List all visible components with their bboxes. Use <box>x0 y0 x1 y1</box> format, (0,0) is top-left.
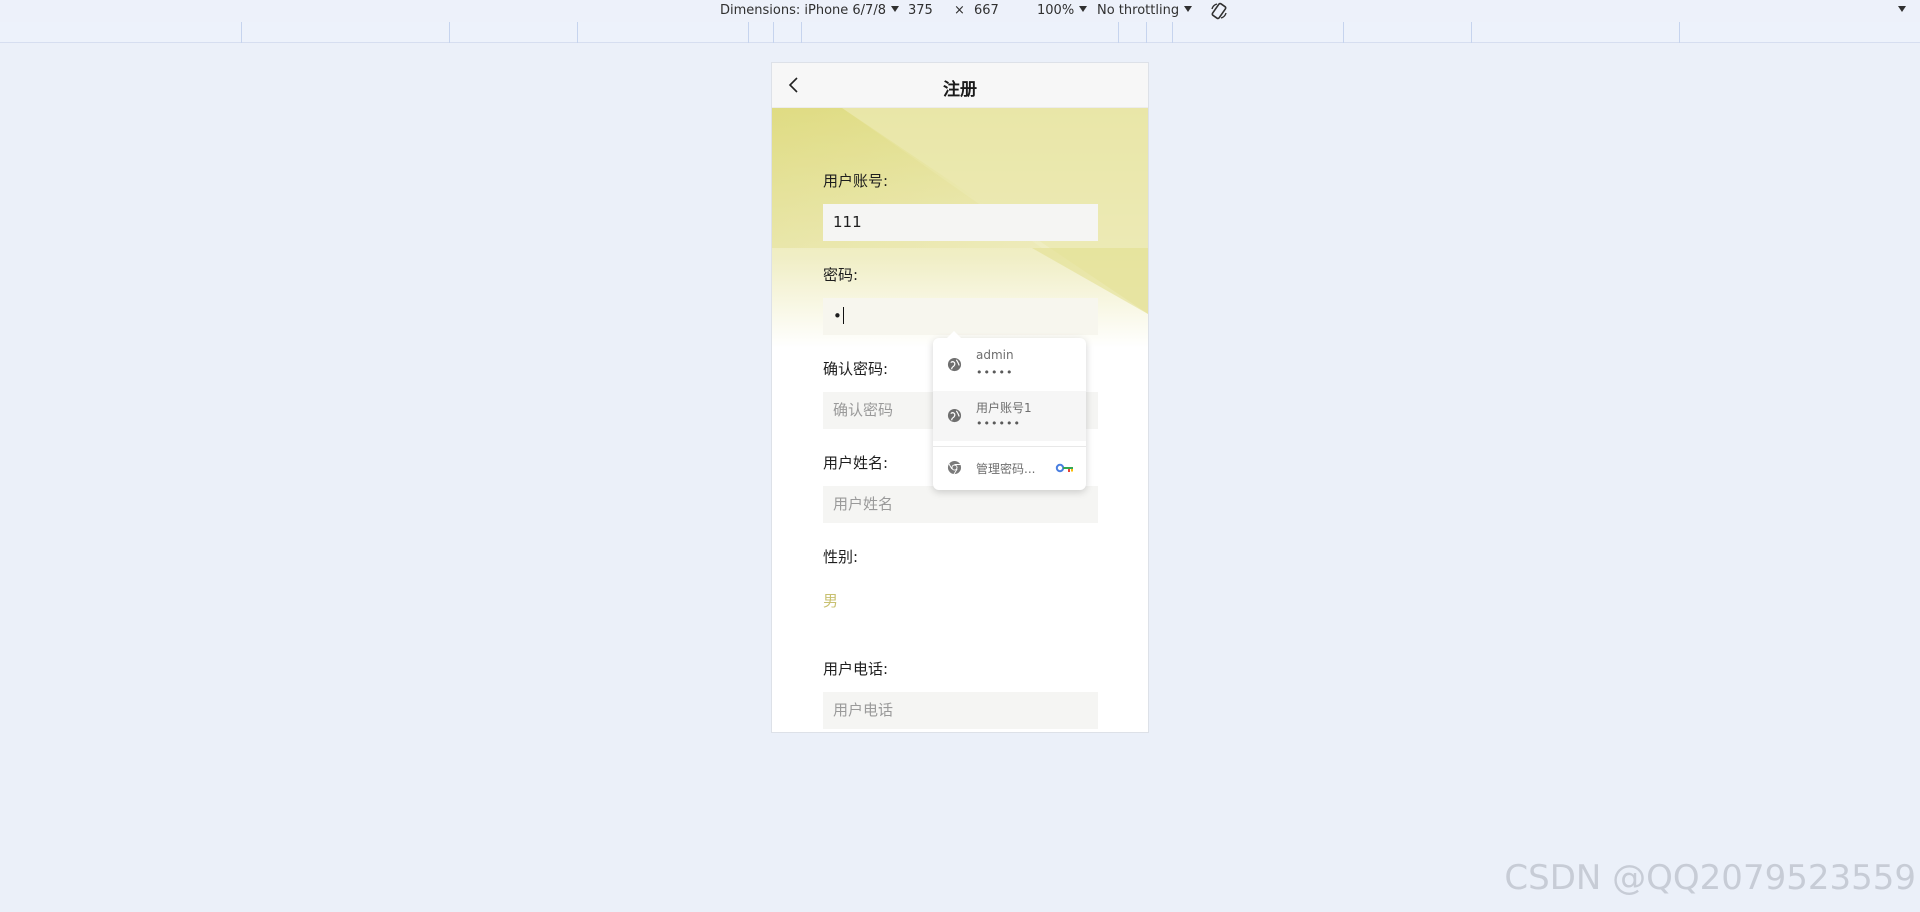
ruler-tick <box>1471 22 1472 43</box>
autofill-username: 用户账号1 <box>976 401 1032 415</box>
phone-field[interactable]: 用户电话 <box>823 692 1098 729</box>
username-label: 用户账号: <box>823 172 889 190</box>
ruler-tick <box>773 22 774 43</box>
ruler-tick <box>577 22 578 43</box>
password-autofill-popup: admin ••••• 用户账号1 •••••• 管理密码... <box>933 331 1086 490</box>
chevron-down-icon <box>1184 6 1193 12</box>
realname-field[interactable]: 用户姓名 <box>823 486 1098 523</box>
globe-icon <box>947 357 962 372</box>
password-label: 密码: <box>823 266 859 284</box>
throttling-selector[interactable]: No throttling <box>1097 3 1193 18</box>
times-sign: × <box>954 3 965 18</box>
ruler-tick <box>1118 22 1119 43</box>
username-value: 111 <box>833 213 862 231</box>
ruler-tick <box>1146 22 1147 43</box>
devtools-device-toolbar: Dimensions: iPhone 6/7/8 375 × 667 100% … <box>0 0 1920 22</box>
divider <box>933 446 1086 447</box>
globe-icon <box>947 408 962 423</box>
password-value: • <box>833 307 842 325</box>
watermark: CSDN @QQ2079523559 <box>1504 858 1916 898</box>
autofill-password: •••••• <box>976 417 1021 430</box>
gender-option-male[interactable]: 男 <box>823 590 838 611</box>
phone-placeholder: 用户电话 <box>833 701 894 719</box>
chevron-down-icon <box>1898 6 1906 12</box>
ruler-tick <box>1679 22 1680 43</box>
chrome-icon <box>947 460 962 475</box>
ruler-tick <box>449 22 450 43</box>
media-query-ruler <box>0 22 1920 43</box>
confirm-password-placeholder: 确认密码 <box>833 401 894 419</box>
zoom-selector[interactable]: 100% <box>1037 3 1088 18</box>
ruler-tick <box>801 22 802 43</box>
key-icon <box>1055 463 1073 473</box>
more-options-button[interactable] <box>1893 3 1906 18</box>
confirm-password-label: 确认密码: <box>823 360 889 378</box>
manage-passwords-item[interactable]: 管理密码... <box>933 450 1086 486</box>
rotate-icon[interactable] <box>1209 1 1229 21</box>
realname-placeholder: 用户姓名 <box>833 495 894 513</box>
autofill-entry[interactable]: 用户账号1 •••••• <box>933 391 1086 441</box>
manage-passwords-label: 管理密码... <box>976 462 1036 476</box>
throttling-label: No throttling <box>1097 3 1180 18</box>
zoom-label: 100% <box>1037 3 1075 18</box>
text-cursor <box>842 307 844 324</box>
autofill-password: ••••• <box>976 366 1014 379</box>
height-field[interactable]: 667 <box>974 3 999 18</box>
chevron-down-icon <box>890 6 899 12</box>
autofill-entry[interactable]: admin ••••• <box>933 340 1086 390</box>
device-selector-label: Dimensions: iPhone 6/7/8 <box>720 3 886 18</box>
username-field[interactable]: 111 <box>823 204 1098 241</box>
phone-label: 用户电话: <box>823 660 889 678</box>
device-selector[interactable]: Dimensions: iPhone 6/7/8 <box>720 3 899 18</box>
ruler-tick <box>748 22 749 43</box>
ruler-tick <box>241 22 242 43</box>
chevron-down-icon <box>1079 6 1088 12</box>
password-field[interactable]: • <box>823 298 1098 335</box>
page-title: 注册 <box>943 80 977 100</box>
ruler-tick <box>1343 22 1344 43</box>
nav-bar: 注册 <box>772 63 1148 108</box>
width-field[interactable]: 375 <box>908 3 933 18</box>
autofill-username: admin <box>976 348 1014 362</box>
gender-label: 性别: <box>823 548 859 566</box>
realname-label: 用户姓名: <box>823 454 889 472</box>
ruler-tick <box>1172 22 1173 43</box>
